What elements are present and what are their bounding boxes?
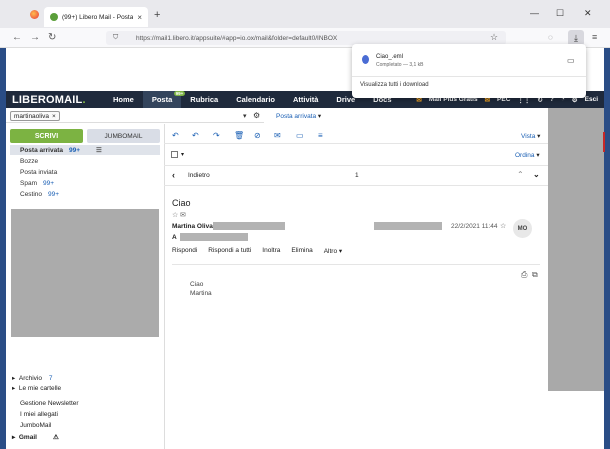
prev-chevron-icon[interactable]: ⌃: [517, 170, 524, 179]
back-chevron-icon[interactable]: ‹: [172, 170, 175, 180]
reply-all-icon[interactable]: ↶: [192, 131, 199, 140]
nav-attivita[interactable]: Attività: [284, 91, 327, 108]
to-label: A: [172, 234, 177, 241]
folder-menu-icon[interactable]: ☰: [96, 146, 102, 154]
folder-spam[interactable]: Spam 99+: [10, 178, 160, 188]
move-folder-icon[interactable]: ▭: [296, 131, 304, 140]
select-dropdown-icon[interactable]: ▾: [181, 151, 184, 158]
more-link[interactable]: Altro ▾: [324, 247, 342, 255]
firefox-icon[interactable]: [30, 10, 39, 19]
link-newsletter[interactable]: Gestione Newsletter: [20, 400, 79, 407]
nav-calendario[interactable]: Calendario: [227, 91, 284, 108]
reply-all-link[interactable]: Rispondi a tutti: [208, 247, 251, 255]
nav-home[interactable]: Home: [104, 91, 143, 108]
warning-icon: ⚠: [52, 434, 59, 441]
back-link[interactable]: Indietro: [188, 172, 210, 179]
more-actions-icon[interactable]: ≡: [318, 131, 323, 140]
url-text: https://mail1.libero.it/appsuite/#app=io…: [136, 34, 338, 42]
view-menu[interactable]: Vista ▾: [521, 132, 540, 140]
bookmark-star-icon[interactable]: ☆: [490, 32, 498, 43]
folder-inviata[interactable]: Posta inviata: [10, 167, 160, 177]
compose-button[interactable]: SCRIVI: [10, 129, 83, 143]
libero-favicon-icon: [50, 13, 58, 21]
eml-file-icon: [362, 55, 369, 64]
reply-link[interactable]: Rispondi: [172, 247, 197, 255]
folder-cestino[interactable]: Cestino 99+: [10, 189, 160, 199]
open-folder-icon[interactable]: ▭: [567, 56, 575, 65]
message-count: 1: [355, 172, 359, 179]
right-ad: [548, 108, 604, 391]
close-window-button[interactable]: ✕: [584, 8, 592, 19]
spam-icon[interactable]: ⊘: [254, 131, 261, 140]
mark-read-icon[interactable]: ✉: [274, 131, 281, 140]
message-subject: Ciao: [172, 198, 191, 208]
minimize-button[interactable]: —: [530, 8, 539, 18]
envelope-icon: ✉: [180, 212, 186, 219]
folder-bozze[interactable]: Bozze: [10, 156, 160, 166]
libero-logo[interactable]: LIBEROMAIL.: [12, 94, 104, 106]
downloads-panel: [352, 44, 586, 98]
chip-close-icon[interactable]: ×: [52, 113, 56, 120]
recipient-redacted: [180, 233, 248, 241]
message-date: 22/2/2021 11:44: [451, 223, 498, 230]
print-icon[interactable]: ⎙: [521, 270, 527, 280]
nav-posta[interactable]: Posta 99+: [142, 91, 186, 108]
search-dropdown-icon[interactable]: ▾: [243, 112, 247, 120]
link-allegati[interactable]: I miei allegati: [20, 411, 58, 418]
sort-menu[interactable]: Ordina ▾: [515, 151, 540, 159]
forward-arrow-icon[interactable]: →: [30, 32, 40, 43]
open-external-icon[interactable]: ⧉: [532, 270, 538, 280]
nav-rubrica[interactable]: Rubrica: [181, 91, 227, 108]
forward-icon[interactable]: ↷: [213, 131, 220, 140]
avatar: MO: [513, 219, 532, 238]
back-arrow-icon[interactable]: ←: [12, 32, 22, 43]
maximize-button[interactable]: ☐: [556, 8, 564, 19]
my-folders[interactable]: ▸ Le mie cartelle: [12, 384, 61, 392]
exit-link[interactable]: Esci: [585, 96, 598, 103]
show-all-downloads-link[interactable]: Visualizza tutti i download: [360, 82, 429, 88]
download-status: Completato — 3,1 kB: [376, 62, 424, 68]
next-chevron-icon[interactable]: ⌄: [533, 170, 540, 179]
delete-icon[interactable]: 🗑: [234, 131, 244, 140]
jumbomail-button[interactable]: JUMBOMAIL: [87, 129, 160, 143]
body-line-2: Martina: [190, 290, 212, 297]
folder-inbox[interactable]: Posta arrivata 99+ ☰: [10, 145, 160, 155]
header-redacted: [374, 222, 442, 230]
edge-marker: [603, 132, 605, 152]
sidebar-ad: [11, 209, 159, 337]
gmail-account[interactable]: ▸ Gmail ⚠: [12, 433, 59, 441]
forward-link[interactable]: Inoltra: [262, 247, 280, 255]
link-jumbomail[interactable]: JumboMail: [20, 422, 51, 429]
message-actions: Rispondi Rispondi a tutti Inoltra Elimin…: [172, 247, 342, 255]
search-options-icon[interactable]: ⚙: [253, 111, 260, 120]
flag-star-icon[interactable]: ☆: [172, 211, 178, 219]
delete-link[interactable]: Elimina: [291, 247, 312, 255]
url-bar[interactable]: https://mail1.libero.it/appsuite/#app=io…: [106, 31, 506, 45]
sender-name[interactable]: Martina Oliva: [172, 223, 213, 230]
reply-icon[interactable]: ↶: [172, 131, 179, 140]
reload-icon[interactable]: ↻: [48, 32, 56, 43]
new-tab-button[interactable]: +: [154, 9, 160, 21]
menu-icon[interactable]: ≡: [592, 32, 597, 42]
shield-icon[interactable]: ⛉: [113, 34, 118, 42]
mail-toolbar: [164, 128, 548, 144]
pocket-icon[interactable]: ◌: [548, 33, 553, 42]
body-line-1: Ciao: [190, 281, 204, 288]
tab-close-icon[interactable]: ×: [137, 13, 142, 22]
select-all-checkbox[interactable]: [171, 151, 178, 158]
tab-title: (99+) Libero Mail - Posta: [62, 13, 134, 21]
downloads-divider: [352, 76, 586, 77]
download-arrow-icon: ⤓: [574, 32, 578, 43]
favorite-star-icon[interactable]: ☆: [500, 222, 506, 230]
archive-folder[interactable]: ▸ Archivio 7: [12, 374, 52, 382]
search-scope[interactable]: Posta arrivata ▾: [276, 112, 321, 120]
download-filename[interactable]: Ciao_.eml: [376, 54, 403, 60]
browser-tab[interactable]: (99+) Libero Mail - Posta ×: [44, 7, 148, 27]
message-divider: [172, 264, 540, 265]
sender-email-redacted: [213, 222, 285, 230]
search-chip[interactable]: martinaoliva ×: [10, 111, 60, 121]
